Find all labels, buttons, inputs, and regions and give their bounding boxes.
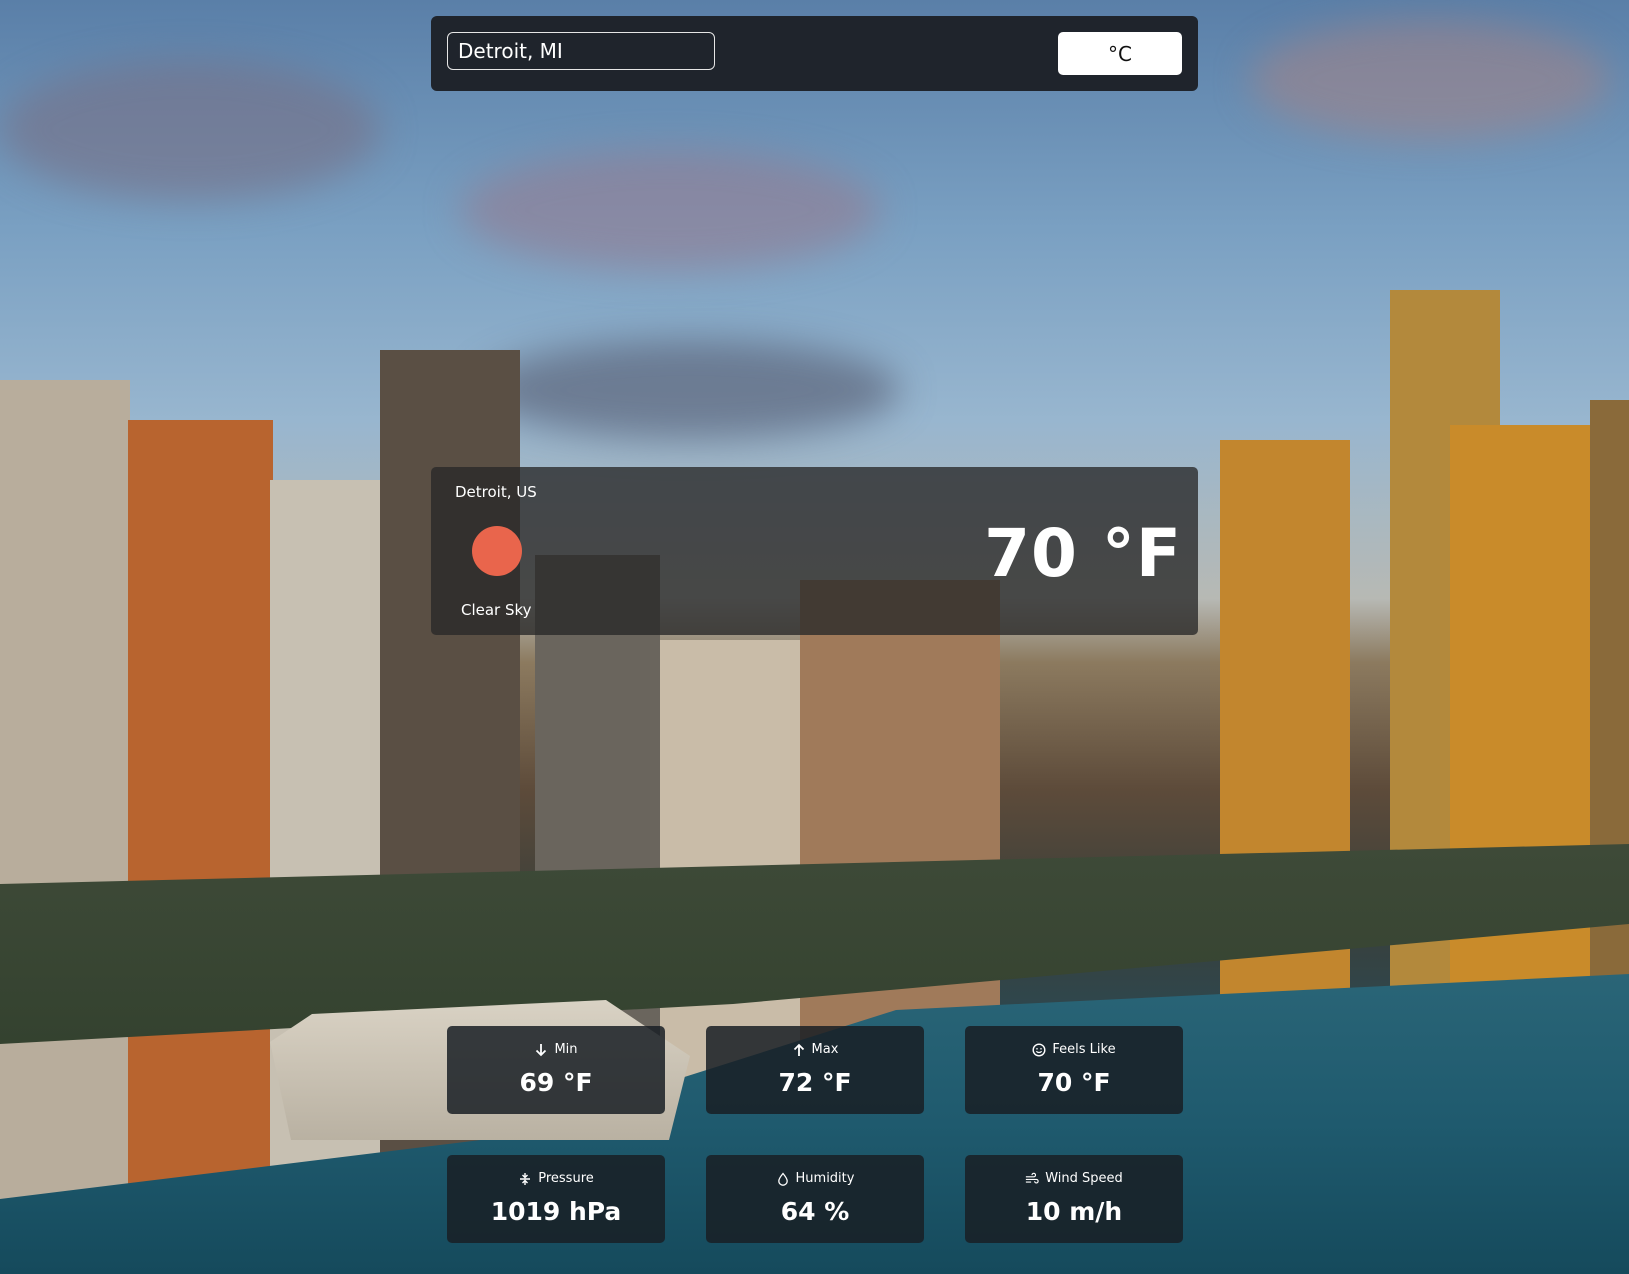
stat-card-wind-speed: Wind Speed 10 m/h [965, 1155, 1183, 1243]
search-bar: °C [431, 16, 1198, 91]
stat-card-humidity: Humidity 64 % [706, 1155, 924, 1243]
condition-label: Clear Sky [461, 601, 532, 619]
arrow-down-icon [534, 1043, 548, 1057]
droplet-icon [776, 1171, 790, 1186]
stat-value: 1019 hPa [490, 1197, 622, 1226]
stat-card-min: Min 69 °F [447, 1026, 665, 1114]
stat-label: Wind Speed [1045, 1171, 1123, 1186]
wind-icon [1025, 1172, 1039, 1186]
stat-label: Humidity [795, 1171, 855, 1186]
stat-value: 10 m/h [1025, 1197, 1123, 1226]
stat-label: Pressure [538, 1171, 594, 1186]
stat-value: 72 °F [778, 1068, 852, 1097]
city-search-input[interactable] [447, 32, 715, 70]
stat-label: Min [554, 1042, 578, 1057]
current-weather-card: Detroit, US Clear Sky 70 °F [431, 467, 1198, 635]
unit-toggle-button[interactable]: °C [1058, 32, 1182, 75]
stat-label: Feels Like [1052, 1042, 1116, 1057]
stat-label: Max [811, 1042, 839, 1057]
sun-icon [472, 526, 522, 576]
stat-card-pressure: Pressure 1019 hPa [447, 1155, 665, 1243]
stat-value: 69 °F [519, 1068, 593, 1097]
stat-value: 70 °F [1037, 1068, 1111, 1097]
location-label: Detroit, US [455, 483, 537, 501]
current-temperature: 70 °F [984, 515, 1182, 592]
stat-card-max: Max 72 °F [706, 1026, 924, 1114]
arrow-up-icon [792, 1043, 806, 1057]
stat-value: 64 % [780, 1197, 850, 1226]
smiley-icon [1032, 1042, 1046, 1057]
pressure-icon [518, 1172, 532, 1186]
stat-card-feels-like: Feels Like 70 °F [965, 1026, 1183, 1114]
